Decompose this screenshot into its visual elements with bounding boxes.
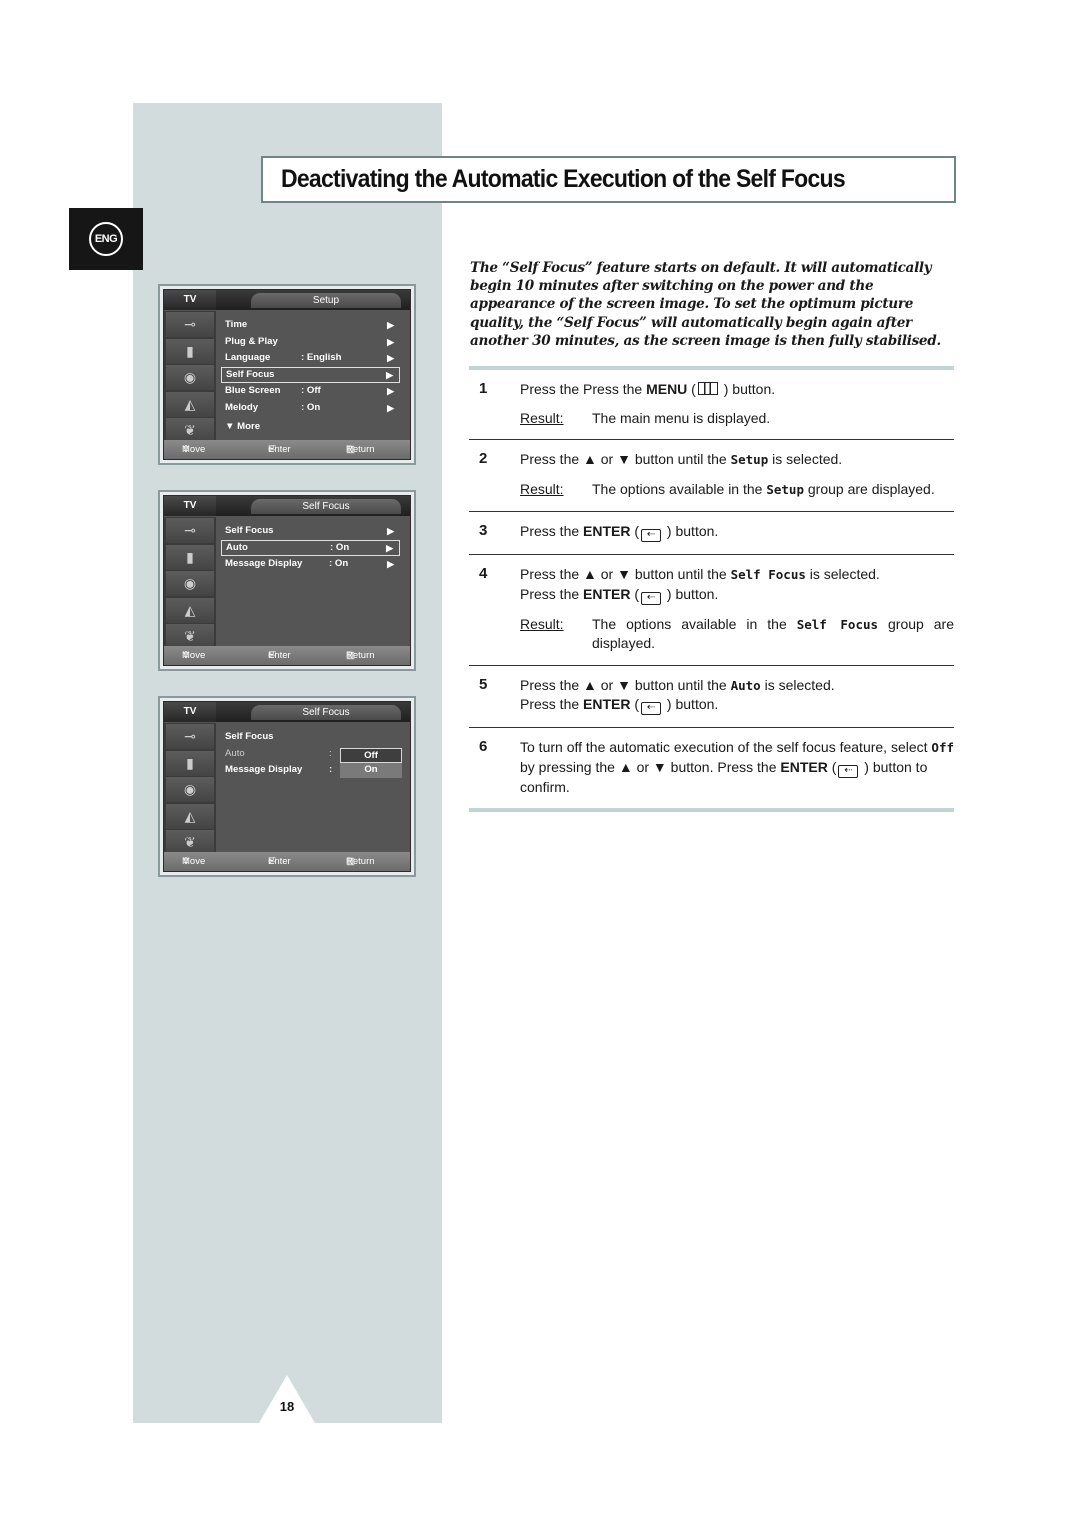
language-tab: ENG [69,208,143,270]
step-1: 1 Press the Press the MENU ( ) button. R… [479,380,776,426]
osd-row-plug-play: Plug & Play ▶ [221,334,400,351]
picture-icon: ▮ [166,544,214,570]
osd-tv-label: TV [164,496,216,516]
osd-row-self-focus: Self Focus ▶ [221,523,400,540]
channel-icon: ◭ [166,391,214,417]
page-number: 18 [279,1399,295,1414]
arrow-right-icon: ▶ [387,386,394,397]
osd-icon-column: ⊸ ▮ ◉ ◭ ❦ [164,311,216,444]
sound-icon: ◉ [166,571,214,597]
steps-list: 1 Press the Press the MENU ( ) button. R… [469,366,954,812]
sound-icon: ◉ [166,365,214,391]
osd-header: TV Setup [164,290,410,310]
result-label: Result: [520,480,564,497]
step-4: 4 Press the ▲ or ▼ button until the Self… [479,565,954,651]
channel-icon: ◭ [166,803,214,829]
osd-row-language: Language: English ▶ [221,350,400,367]
step-2: 2 Press the ▲ or ▼ button until the Setu… [469,440,954,511]
osd-tv-label: TV [164,290,216,310]
osd-menu-setup: TV Setup ⊸ ▮ ◉ ◭ ❦ Time ▶ Plug & Play ▶ La… [158,284,416,465]
menu-button-icon [697,382,718,395]
arrow-right-icon: ▶ [387,353,394,364]
osd-icon-column: ⊸ ▮ ◉ ◭ ❦ [164,517,216,650]
popup-option-on: On [340,763,402,778]
sound-icon: ◉ [166,777,214,803]
enter-button-icon: ⇠ [641,702,662,715]
osd-row-blue-screen: Blue Screen: Off ▶ [221,383,400,400]
page-title: Deactivating the Automatic Execution of … [281,165,846,193]
arrow-right-icon: ▶ [387,402,394,413]
osd-row-message-display: Message Display: On ▶ [221,556,400,573]
arrow-right-icon: ▶ [386,369,393,380]
divider-bottom [469,808,954,812]
arrow-right-icon: ▶ [387,526,394,536]
osd-icon-column: ⊸ ▮ ◉ ◭ ❦ [164,723,216,856]
osd-row-more: ▼ More [225,420,261,432]
arrow-right-icon: ▶ [386,542,393,553]
osd-row-self-focus: Self Focus [225,731,274,742]
osd-footer: ⇕ Move ⏎ Enter ▥ Return [164,440,410,459]
osd-header: TV Self Focus [164,496,410,516]
arrow-right-icon: ▶ [387,336,394,347]
antenna-icon: ⊸ [166,518,214,543]
osd-option-popup: Off On [340,748,402,778]
enter-button-icon: ⇠ [641,529,662,542]
osd-footer: ⇕ Move ⏎ Enter ▥ Return [164,852,410,871]
channel-icon: ◭ [166,597,214,623]
intro-paragraph: The “Self Focus” feature starts on defau… [470,260,941,349]
osd-row-self-focus: Self Focus ▶ [221,366,400,384]
enter-button-icon: ⇠ [641,591,662,605]
osd-row-auto: Auto: On ▶ [221,539,400,557]
step-3: 3 Press the ENTER (⇠ ) button. [479,522,719,542]
osd-row-melody: Melody: On ▶ [221,400,400,417]
osd-row-time: Time ▶ [221,317,400,334]
step-5: 5 Press the ▲ or ▼ button until the Auto… [479,675,835,715]
osd-title: Setup [251,293,401,308]
arrow-right-icon: ▶ [387,559,394,570]
picture-icon: ▮ [166,750,214,776]
osd-footer: ⇕ Move ⏎ Enter ▥ Return [164,646,410,665]
enter-button-icon: ⇠ [838,764,859,778]
popup-option-off: Off [340,748,402,763]
osd-header: TV Self Focus [164,702,410,722]
result-label: Result: [520,409,564,426]
antenna-icon: ⊸ [166,724,214,749]
osd-title: Self Focus [251,499,401,514]
osd-tv-label: TV [164,702,216,722]
antenna-icon: ⊸ [166,312,214,337]
picture-icon: ▮ [166,338,214,364]
arrow-right-icon: ▶ [387,320,394,330]
osd-title: Self Focus [251,705,401,720]
language-badge: ENG [89,222,123,256]
step-6: 6 To turn off the automatic execution of… [479,738,954,795]
osd-menu-self-focus-popup: TV Self Focus ⊸ ▮ ◉ ◭ ❦ Self Focus Auto:… [158,696,416,877]
osd-menu-self-focus: TV Self Focus ⊸ ▮ ◉ ◭ ❦ Self Focus ▶ Auto… [158,490,416,671]
title-box: Deactivating the Automatic Execution of … [261,156,956,203]
result-label: Result: [520,615,564,632]
